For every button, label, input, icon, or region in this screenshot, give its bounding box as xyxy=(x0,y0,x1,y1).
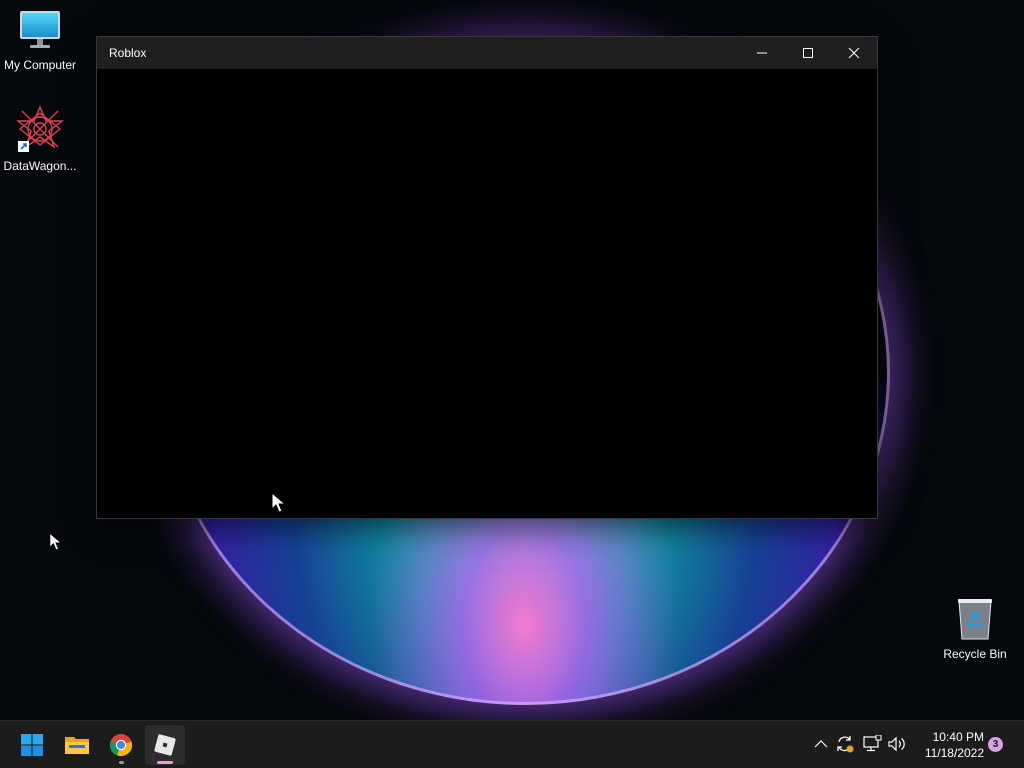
mouse-cursor-icon xyxy=(49,532,63,551)
start-button[interactable] xyxy=(12,725,52,765)
clock-time: 10:40 PM xyxy=(932,730,984,744)
desktop-icon-label: My Computer xyxy=(3,58,77,72)
sync-tray-button[interactable] xyxy=(834,733,856,755)
chrome-icon xyxy=(109,734,133,757)
window-content[interactable] xyxy=(97,69,877,518)
active-indicator xyxy=(157,761,173,764)
roblox-icon xyxy=(154,734,176,756)
clock[interactable]: 10:40 PM 11/18/2022 xyxy=(912,729,984,761)
windows-logo-icon xyxy=(21,734,43,756)
network-icon xyxy=(863,735,882,752)
desktop-icon-recycle-bin[interactable]: Recycle Bin xyxy=(935,597,1015,661)
window-titlebar[interactable]: Roblox xyxy=(97,37,877,69)
minimize-button[interactable] xyxy=(739,37,785,69)
file-explorer-button[interactable] xyxy=(57,725,97,765)
desktop-icon-label: DataWagon... xyxy=(3,159,77,173)
desktop-icon-datawagon[interactable]: DataWagon... xyxy=(0,105,80,173)
roblox-taskbar-button[interactable] xyxy=(145,725,185,765)
taskbar: 10:40 PM 11/18/2022 3 xyxy=(0,720,1024,768)
window-title: Roblox xyxy=(109,46,147,60)
desktop-icon-my-computer[interactable]: My Computer xyxy=(0,10,80,72)
desktop: My Computer DataWagon... Recycle Bin Rob… xyxy=(0,0,1024,768)
volume-tray-button[interactable] xyxy=(886,733,908,755)
chevron-up-icon xyxy=(814,740,828,748)
close-icon xyxy=(848,47,860,59)
notification-badge[interactable]: 3 xyxy=(988,737,1003,752)
chrome-button[interactable] xyxy=(101,725,141,765)
minimize-icon xyxy=(757,52,767,54)
mouse-cursor-icon xyxy=(271,492,287,513)
show-hidden-icons-button[interactable] xyxy=(810,733,832,755)
folder-icon xyxy=(65,737,89,754)
clock-date: 11/18/2022 xyxy=(924,746,984,760)
datawagon-shortcut-icon xyxy=(15,105,65,152)
running-indicator xyxy=(119,761,124,764)
desktop-icon-label: Recycle Bin xyxy=(943,647,1007,661)
roblox-window[interactable]: Roblox xyxy=(96,36,878,519)
computer-monitor-icon xyxy=(20,11,60,48)
close-button[interactable] xyxy=(831,37,877,69)
network-tray-button[interactable] xyxy=(861,733,883,755)
maximize-icon xyxy=(803,48,813,58)
recycle-bin-icon xyxy=(958,599,992,640)
sync-icon xyxy=(837,736,854,753)
maximize-button[interactable] xyxy=(785,37,831,69)
volume-icon xyxy=(888,736,905,752)
